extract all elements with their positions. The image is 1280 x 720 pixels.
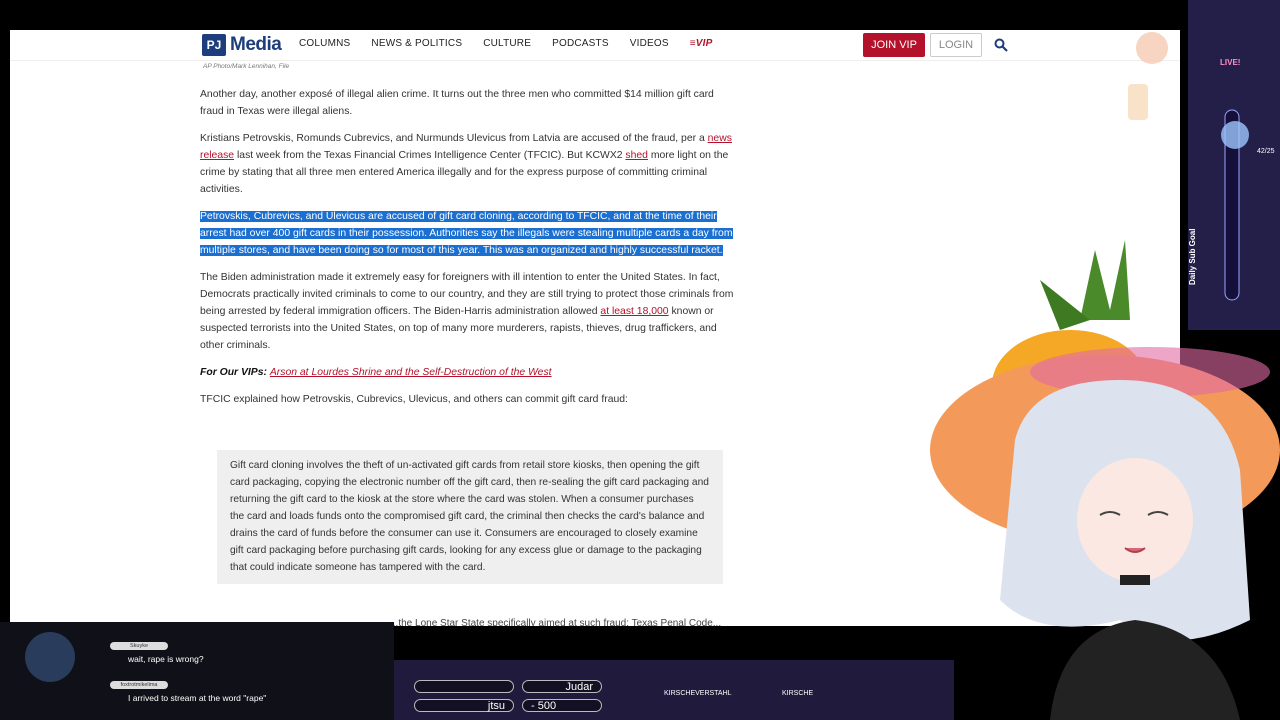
nav-videos[interactable]: VIDEOS: [630, 38, 669, 49]
nav-columns[interactable]: COLUMNS: [299, 38, 350, 49]
ticker-pill-empty: [414, 680, 514, 693]
shed-link[interactable]: shed: [625, 150, 648, 161]
nav-news-politics[interactable]: NEWS & POLITICS: [371, 38, 462, 49]
ticker-top-name: Judar: [522, 680, 602, 693]
chat-overlay: Skuyke wait, rape is wrong? foxtrotmikel…: [0, 622, 394, 720]
chat-message: I arrived to stream at the word "rape": [128, 693, 267, 703]
sub-goal-label: Daily Sub Goal: [1188, 228, 1197, 285]
logo-media-text: Media: [230, 34, 282, 55]
paragraph-3: Petrovskis, Cubrevics, and Ulevicus are …: [200, 208, 740, 259]
photo-credit: AP Photo/Mark Lennihan, File: [203, 63, 290, 70]
nav-vip[interactable]: ≡VIP: [690, 38, 713, 49]
vip-label: For Our VIPs:: [200, 367, 267, 378]
paragraph-5: TFCIC explained how Petrovskis, Cubrevic…: [200, 394, 628, 405]
chat-username: Skuyke: [110, 642, 168, 650]
tag-kirscheverstahl: KIRSCHEVERSTAHL: [664, 690, 732, 697]
paragraph-4: The Biden administration made it extreme…: [200, 269, 740, 354]
selected-text[interactable]: Petrovskis, Cubrevics, and Ulevicus are …: [200, 211, 733, 256]
at-least-18000-link[interactable]: at least 18,000: [600, 306, 668, 317]
vip-promo: For Our VIPs: Arson at Lourdes Shrine an…: [200, 364, 740, 381]
tag-kirsche: KIRSCHE: [782, 690, 814, 697]
vtuber-overlay: LIVE! 42/25 Daily Sub Goal: [920, 0, 1280, 720]
chat-message: wait, rape is wrong?: [128, 654, 204, 664]
chat-username: foxtrotmikelima: [110, 681, 168, 689]
live-label: LIVE!: [1220, 58, 1241, 67]
vip-article-link[interactable]: Arson at Lourdes Shrine and the Self-Des…: [270, 367, 552, 378]
sub-goal-count: 42/25: [1257, 148, 1275, 155]
site-logo[interactable]: PJ Media: [202, 33, 282, 57]
logo-pj-mark: PJ: [202, 34, 226, 56]
paragraph-2-text-a: Kristians Petrovskis, Romunds Cubrevics,…: [200, 133, 708, 144]
ticker-bottom-name: jtsu: [414, 699, 514, 712]
next-paragraph-partial: ...the Lone Star State specifically aime…: [390, 618, 722, 626]
chat-heart-icon: [25, 632, 75, 682]
paragraph-1: Another day, another exposé of illegal a…: [200, 89, 714, 117]
join-vip-button[interactable]: JOIN VIP: [863, 33, 925, 57]
stream-ticker-bar: Judar jtsu - 500 KIRSCHEVERSTAHL KIRSCHE: [394, 660, 954, 720]
main-nav: COLUMNS NEWS & POLITICS CULTURE PODCASTS…: [299, 38, 733, 49]
vtuber-avatar-illustration: [930, 0, 1280, 720]
paragraph-2: Kristians Petrovskis, Romunds Cubrevics,…: [200, 130, 740, 198]
screen: PJ Media COLUMNS NEWS & POLITICS CULTURE…: [0, 0, 1280, 720]
nav-podcasts[interactable]: PODCASTS: [552, 38, 609, 49]
blockquote: Gift card cloning involves the theft of …: [217, 450, 723, 584]
nav-culture[interactable]: CULTURE: [483, 38, 531, 49]
ticker-bottom-value: - 500: [522, 699, 602, 712]
paragraph-2-text-b: last week from the Texas Financial Crime…: [234, 150, 626, 161]
article-body: Another day, another exposé of illegal a…: [200, 86, 740, 418]
